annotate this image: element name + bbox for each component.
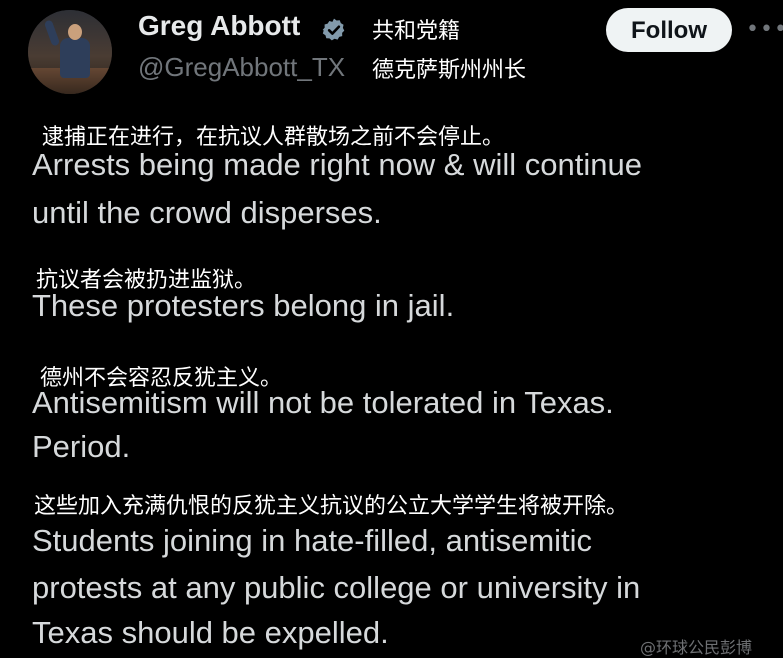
verified-badge-icon	[322, 18, 345, 41]
follow-button[interactable]: Follow	[606, 8, 732, 52]
tweet-line-1-1: Arrests being made right now & will cont…	[32, 147, 642, 182]
author-handle[interactable]: @GregAbbott_TX	[138, 52, 345, 83]
tweet-card: Greg Abbott 共和党籍 @GregAbbott_TX 德克萨斯州州长 …	[0, 0, 783, 657]
watermark: @环球公民彭博	[640, 638, 753, 657]
tweet-line-3-2: Period.	[32, 429, 131, 464]
tweet-line-4-3: Texas should be expelled.	[32, 615, 389, 650]
author-name[interactable]: Greg Abbott	[138, 10, 300, 42]
author-handle-annotation: 德克萨斯州州长	[372, 58, 527, 83]
ellipsis-icon[interactable]: •••	[746, 18, 783, 42]
tweet-line-4-1: Students joining in hate-filled, antisem…	[32, 523, 593, 558]
tweet-line-3-1: Antisemitism will not be tolerated in Te…	[32, 385, 614, 420]
tweet-line-4-2: protests at any public college or univer…	[32, 570, 641, 605]
avatar[interactable]	[28, 10, 112, 94]
translation-4: 这些加入充满仇恨的反犹主义抗议的公立大学学生将被开除。	[34, 494, 629, 519]
avatar-figure-body	[60, 38, 90, 78]
tweet-line-2-1: These protesters belong in jail.	[32, 288, 455, 323]
author-name-annotation: 共和党籍	[372, 19, 461, 44]
avatar-figure-head	[68, 24, 82, 40]
tweet-line-1-2: until the crowd disperses.	[32, 195, 382, 230]
